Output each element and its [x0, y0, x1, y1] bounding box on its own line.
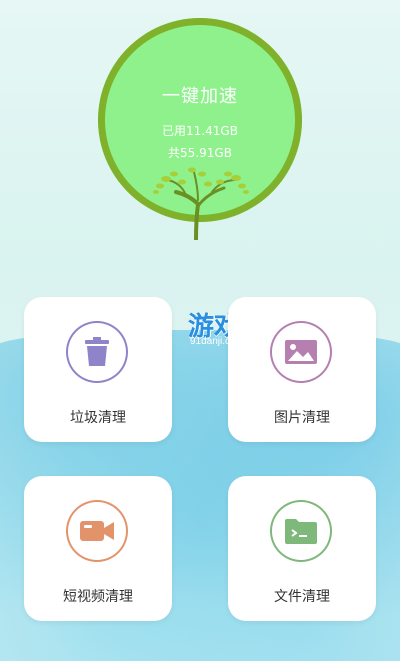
storage-total: 共55.91GB [168, 146, 232, 160]
card-icon-circle [66, 321, 128, 383]
card-label: 短视频清理 [63, 589, 133, 605]
storage-used: 已用11.41GB [162, 124, 238, 138]
boost-title: 一键加速 [162, 86, 238, 107]
trash-icon [85, 337, 109, 366]
card-label: 图片清理 [274, 410, 330, 426]
card-icon-circle [66, 500, 128, 562]
image-icon [285, 340, 317, 364]
short-video-clean-card[interactable]: 短视频清理 [24, 476, 172, 621]
image-clean-card[interactable]: 图片清理 [228, 297, 376, 442]
card-icon-circle [270, 321, 332, 383]
card-label: 垃圾清理 [70, 410, 126, 426]
video-camera-icon [80, 521, 114, 541]
junk-clean-card[interactable]: 垃圾清理 [24, 297, 172, 442]
tree-icon [153, 167, 249, 240]
folder-icon [285, 519, 317, 544]
card-label: 文件清理 [274, 589, 330, 605]
card-icon-circle [270, 500, 332, 562]
file-clean-card[interactable]: 文件清理 [228, 476, 376, 621]
